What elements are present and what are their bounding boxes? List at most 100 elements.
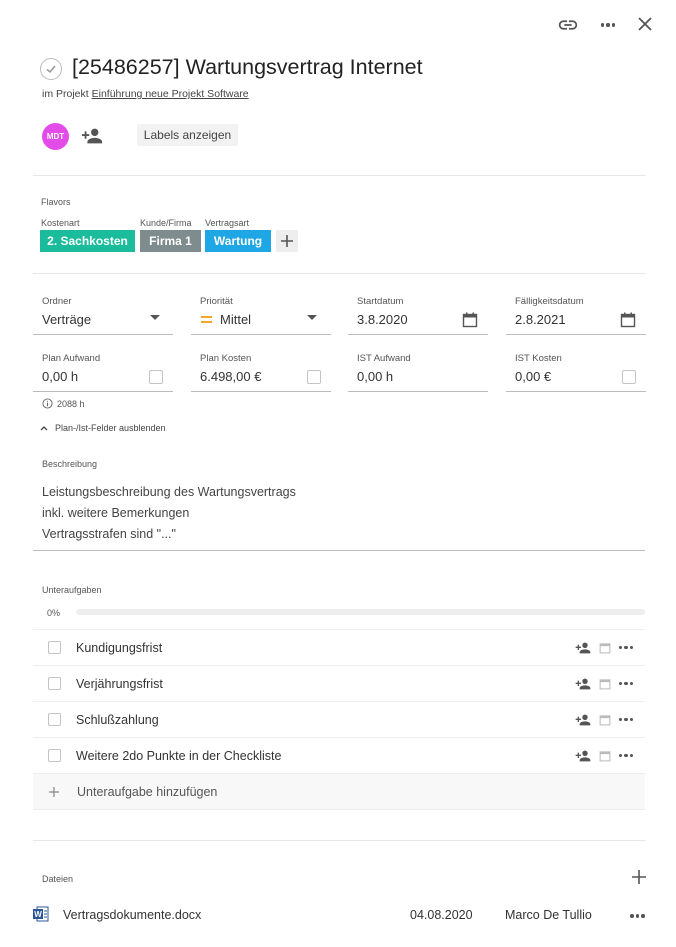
subtasks-progress-bar	[76, 609, 645, 615]
copy-link-button[interactable]	[556, 13, 580, 37]
plan-kosten-value: 6.498,00 €	[200, 369, 262, 384]
startdatum-value: 3.8.2020	[357, 312, 408, 327]
plan-kosten-checkbox[interactable]	[307, 370, 321, 384]
labels-toggle-label: Labels anzeigen	[143, 128, 232, 142]
subtask-label[interactable]: Weitere 2do Punkte in der Checkliste	[76, 749, 575, 763]
subtask-checkbox[interactable]	[48, 677, 61, 690]
add-subtask-label: Unteraufgabe hinzufügen	[77, 784, 218, 799]
task-title[interactable]: [25486257] Wartungsvertrag Internet	[72, 55, 423, 80]
subtasks-progress-text: 0%	[47, 608, 61, 618]
ist-kosten-underline	[506, 391, 646, 392]
link-icon	[558, 20, 578, 30]
ordner-underline	[33, 334, 173, 335]
assign-person-icon[interactable]	[575, 640, 591, 656]
add-assignee-button[interactable]	[80, 124, 104, 148]
files-label: Dateien	[42, 874, 74, 884]
dropdown-arrow-icon	[150, 315, 160, 320]
file-name[interactable]: Vertragsdokumente.docx	[63, 908, 201, 922]
flavor-chip-kostenart-label: 2. Sachkosten	[47, 234, 128, 248]
priority-medium-icon	[201, 316, 212, 323]
subtask-row[interactable]: Schlußzahlung	[33, 701, 645, 737]
more-horizontal-icon[interactable]	[618, 645, 633, 650]
subtask-checkbox[interactable]	[48, 641, 61, 654]
description-label: Beschreibung	[42, 459, 98, 469]
chevron-up-icon	[40, 426, 48, 431]
assign-person-icon[interactable]	[575, 712, 591, 728]
startdatum-underline	[348, 334, 488, 335]
calendar-icon[interactable]	[599, 714, 611, 726]
flavor-chip-vertragsart-label: Wartung	[213, 234, 263, 248]
calendar-icon[interactable]	[599, 642, 611, 654]
ist-aufwand-underline	[348, 391, 488, 392]
calendar-icon	[462, 312, 478, 328]
file-more-icon[interactable]	[630, 914, 645, 918]
calendar-icon[interactable]	[599, 678, 611, 690]
plan-aufwand-underline	[33, 391, 173, 392]
description-line: inkl. weitere Bemerkungen	[42, 506, 190, 520]
prioritaet-value: Mittel	[220, 312, 252, 327]
toggle-plan-ist-button[interactable]: Plan-/Ist-Felder ausblenden	[40, 423, 166, 433]
divider	[33, 840, 646, 841]
svg-text:W: W	[34, 910, 42, 919]
faelligkeit-input[interactable]: 2.8.2021	[506, 306, 646, 334]
ist-kosten-checkbox[interactable]	[622, 370, 636, 384]
plan-aufwand-value: 0,00 h	[42, 369, 79, 384]
flavor-chip-kostenart[interactable]: 2. Sachkosten	[40, 230, 135, 252]
flavor-label-kostenart: Kostenart	[41, 218, 80, 228]
more-horizontal-icon	[600, 23, 616, 27]
more-options-button[interactable]	[596, 13, 620, 37]
add-file-button[interactable]	[630, 868, 648, 886]
flavors-title: Flavors	[41, 197, 71, 207]
subtasks-label: Unteraufgaben	[42, 585, 102, 595]
plus-icon	[632, 870, 646, 884]
subtask-checkbox[interactable]	[48, 749, 61, 762]
more-horizontal-icon[interactable]	[618, 753, 633, 758]
subtask-label[interactable]: Schlußzahlung	[76, 713, 575, 727]
add-subtask-row[interactable]: Unteraufgabe hinzufügen	[33, 773, 645, 810]
file-owner: Marco De Tullio	[505, 908, 592, 922]
person-add-icon	[81, 128, 103, 144]
ist-aufwand-input[interactable]: 0,00 h	[348, 363, 488, 391]
plus-icon	[49, 786, 59, 797]
avatar[interactable]: MDT	[42, 123, 69, 150]
description-editor[interactable]: Leistungsbeschreibung des Wartungsvertra…	[33, 475, 645, 551]
add-flavor-button[interactable]	[276, 230, 298, 252]
flavor-chip-kunde[interactable]: Firma 1	[140, 230, 201, 252]
toggle-plan-ist-label: Plan-/Ist-Felder ausblenden	[55, 423, 166, 433]
complete-task-button[interactable]	[40, 58, 62, 80]
subtask-row[interactable]: Verjährungsfrist	[33, 665, 645, 701]
close-button[interactable]	[634, 13, 656, 35]
plan-kosten-underline	[191, 391, 331, 392]
startdatum-input[interactable]: 3.8.2020	[348, 306, 488, 334]
subtask-row[interactable]: Kundigungsfrist	[33, 629, 645, 665]
project-link[interactable]: Einführung neue Projekt Software	[92, 88, 249, 100]
ist-kosten-value: 0,00 €	[515, 369, 552, 384]
calendar-icon	[620, 312, 636, 328]
ordner-select[interactable]: Verträge	[33, 306, 173, 334]
subtask-row[interactable]: Weitere 2do Punkte in der Checkliste	[33, 737, 645, 773]
hint-text: 2088 h	[57, 398, 85, 409]
more-horizontal-icon[interactable]	[618, 717, 633, 722]
file-row[interactable]: W Vertragsdokumente.docx 04.08.2020 Marc…	[33, 902, 646, 928]
assign-person-icon[interactable]	[575, 748, 591, 764]
prioritaet-select[interactable]: Mittel	[191, 306, 331, 334]
assign-person-icon[interactable]	[575, 676, 591, 692]
subtask-label[interactable]: Verjährungsfrist	[76, 677, 575, 691]
subtask-label[interactable]: Kundigungsfrist	[76, 641, 575, 655]
plan-aufwand-checkbox[interactable]	[149, 370, 163, 384]
dropdown-arrow-icon	[307, 315, 317, 320]
word-doc-icon: W	[33, 906, 49, 922]
description-line: Leistungsbeschreibung des Wartungsvertra…	[42, 485, 296, 499]
labels-toggle-button[interactable]: Labels anzeigen	[137, 124, 238, 146]
divider	[33, 273, 646, 274]
faelligkeit-value: 2.8.2021	[515, 312, 566, 327]
flavor-chip-vertragsart[interactable]: Wartung	[205, 230, 271, 252]
calendar-icon[interactable]	[599, 750, 611, 762]
file-date: 04.08.2020	[410, 908, 473, 922]
info-icon	[42, 398, 53, 409]
subtask-checkbox[interactable]	[48, 713, 61, 726]
project-line: im Projekt Einführung neue Projekt Softw…	[42, 88, 249, 100]
divider	[33, 175, 646, 176]
hint-row: 2088 h	[42, 398, 85, 409]
more-horizontal-icon[interactable]	[618, 681, 633, 686]
